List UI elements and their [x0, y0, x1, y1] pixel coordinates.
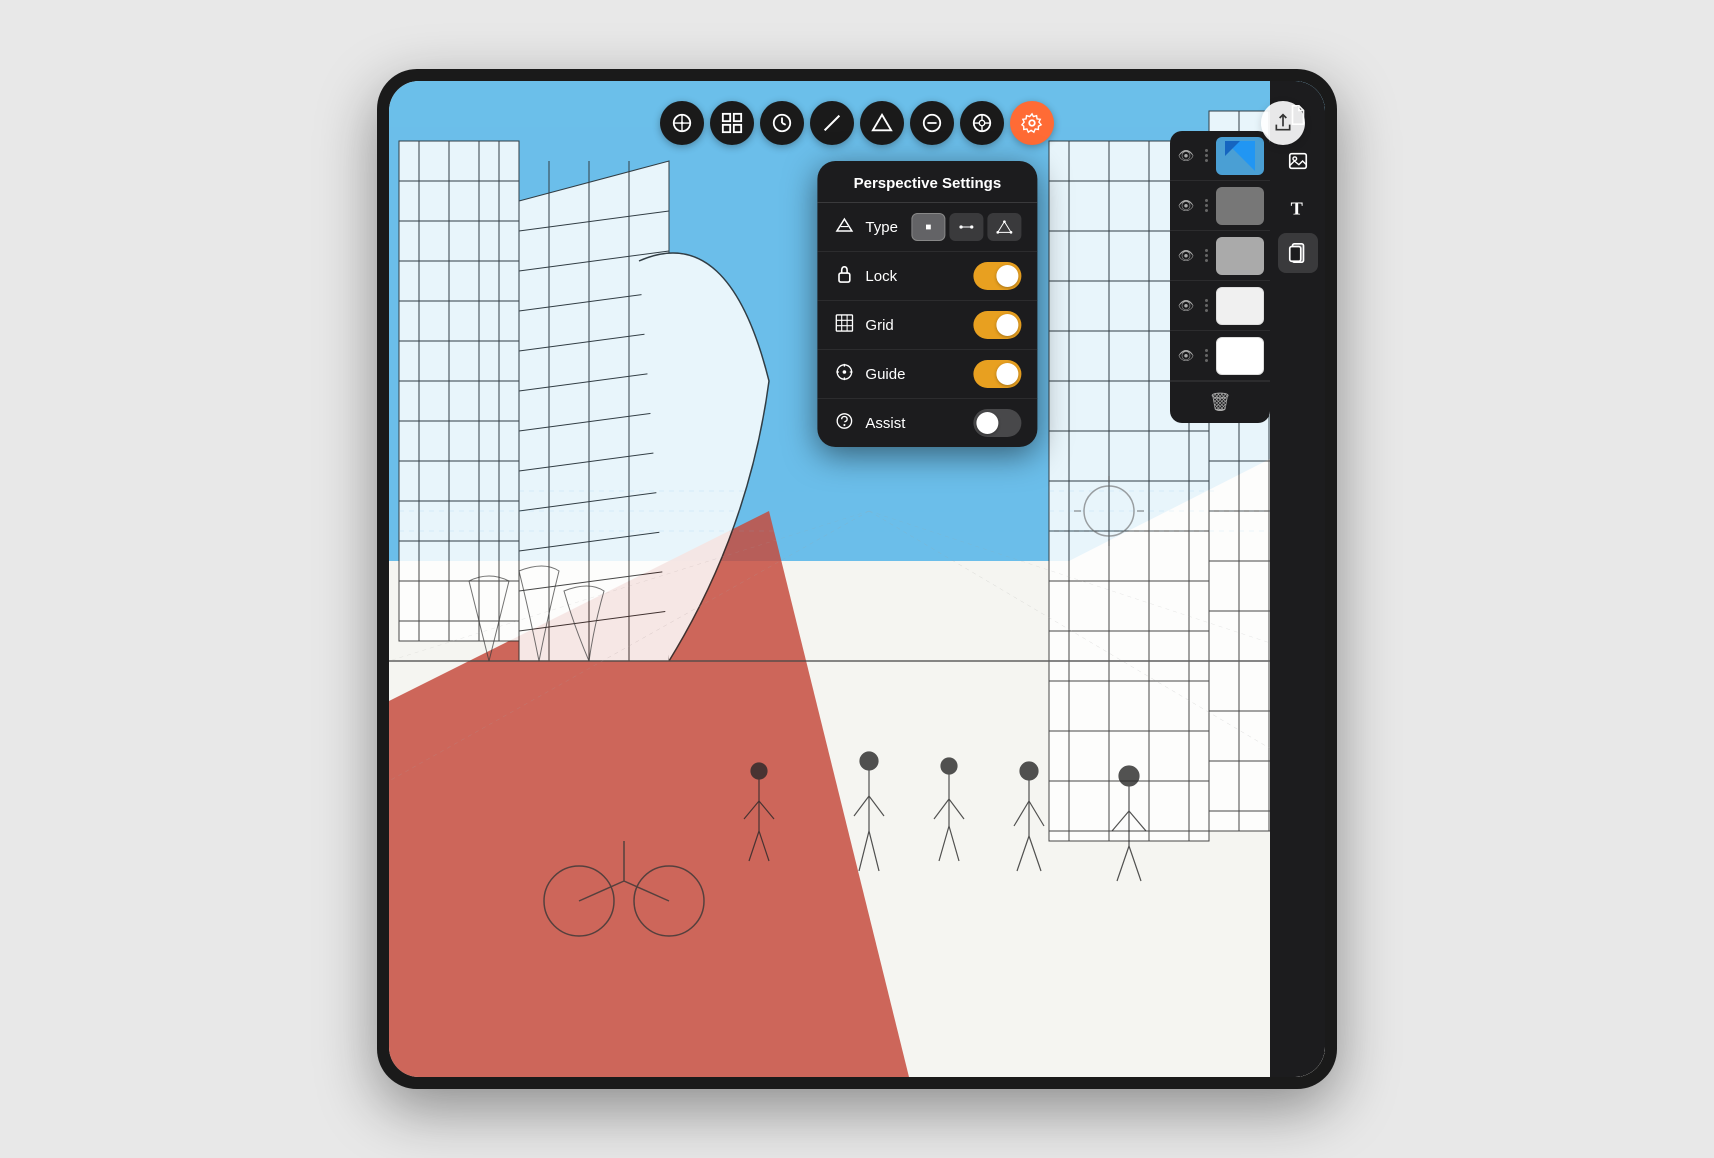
grid-row: Grid: [817, 301, 1037, 350]
assist-icon: [833, 412, 855, 435]
guide-toggle[interactable]: [973, 360, 1021, 388]
layer-1-thumbnail: [1216, 137, 1264, 175]
lock-toggle[interactable]: [973, 262, 1021, 290]
perspective-tool-button[interactable]: [660, 101, 704, 145]
assist-row: Assist: [817, 399, 1037, 447]
device-frame: Perspective Settings Type: [377, 69, 1337, 1089]
layer-2-visibility-icon[interactable]: 👁: [1174, 198, 1198, 214]
layer-2-thumbnail: [1216, 187, 1264, 225]
layer-item-4[interactable]: 👁: [1170, 281, 1270, 331]
pen-tool-button[interactable]: [810, 101, 854, 145]
layer-item-3[interactable]: 👁: [1170, 231, 1270, 281]
grid-tool-button[interactable]: [710, 101, 754, 145]
guide-label: Guide: [865, 366, 963, 383]
right-sidebar: T 👁: [1215, 81, 1325, 1077]
grid-label: Grid: [865, 317, 963, 334]
lock-icon: [833, 265, 855, 288]
layer-item-2[interactable]: 👁: [1170, 181, 1270, 231]
settings-tool-button[interactable]: [1010, 101, 1054, 145]
sidebar-tools: T: [1270, 81, 1325, 1077]
layer-3-options[interactable]: [1198, 249, 1214, 262]
type-1pt-button[interactable]: [911, 213, 945, 241]
layer-item-5[interactable]: 👁: [1170, 331, 1270, 381]
lock-row: Lock: [817, 252, 1037, 301]
perspective-panel: Perspective Settings Type: [817, 161, 1037, 447]
lock-label: Lock: [865, 268, 963, 285]
layers-tool-button[interactable]: [1278, 233, 1318, 273]
layers-panel: 👁: [1170, 131, 1270, 423]
image-tool-button[interactable]: [1278, 141, 1318, 181]
guide-row: Guide: [817, 350, 1037, 399]
top-toolbar: [660, 101, 1054, 145]
layer-4-thumbnail: [1216, 287, 1264, 325]
canvas-area: Perspective Settings Type: [389, 81, 1325, 1077]
delete-layer-button[interactable]: 🗑: [1209, 392, 1232, 413]
screen: Perspective Settings Type: [389, 81, 1325, 1077]
layer-4-visibility-icon[interactable]: 👁: [1174, 298, 1198, 314]
grid-toggle[interactable]: [973, 311, 1021, 339]
layer-3-visibility-icon[interactable]: 👁: [1174, 248, 1198, 264]
layer-2-options[interactable]: [1198, 199, 1214, 212]
import-tool-button[interactable]: [960, 101, 1004, 145]
assist-label: Assist: [865, 415, 963, 432]
share-button[interactable]: [1261, 101, 1305, 145]
assist-toggle[interactable]: [973, 409, 1021, 437]
layer-5-thumbnail: [1216, 337, 1264, 375]
layer-1-visibility-icon[interactable]: 👁: [1174, 148, 1198, 164]
panel-title: Perspective Settings: [817, 161, 1037, 203]
type-row: Type: [817, 203, 1037, 252]
type-icon: [833, 216, 855, 239]
grid-settings-icon: [833, 314, 855, 337]
layer-4-options[interactable]: [1198, 299, 1214, 312]
shape-tool-button[interactable]: [860, 101, 904, 145]
layer-3-thumbnail: [1216, 237, 1264, 275]
guide-icon: [833, 363, 855, 386]
layer-5-visibility-icon[interactable]: 👁: [1174, 348, 1198, 364]
type-selector: [911, 213, 1021, 241]
text-tool-button[interactable]: T: [1278, 187, 1318, 227]
erase-tool-button[interactable]: [910, 101, 954, 145]
layer-1-options[interactable]: [1198, 149, 1214, 162]
type-label: Type: [865, 219, 901, 236]
svg-text:T: T: [1290, 198, 1302, 218]
clock-tool-button[interactable]: [760, 101, 804, 145]
layer-item-1[interactable]: 👁: [1170, 131, 1270, 181]
type-2pt-button[interactable]: [949, 213, 983, 241]
layer-5-options[interactable]: [1198, 349, 1214, 362]
layer-delete-area: 🗑: [1170, 381, 1270, 423]
type-3pt-button[interactable]: [987, 213, 1021, 241]
